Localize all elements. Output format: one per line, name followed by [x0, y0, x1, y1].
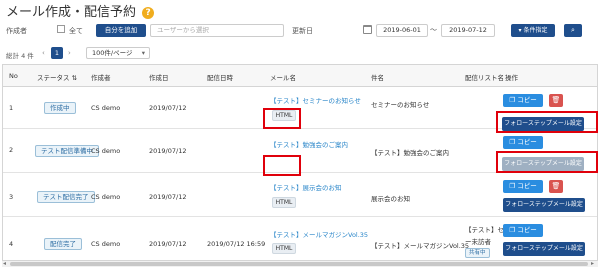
add-self-button[interactable]: 自分を追加: [96, 24, 146, 37]
status-badge: テスト配信完了: [37, 191, 95, 203]
date-to-input[interactable]: 2019-07-12: [441, 24, 495, 37]
copy-icon: ❐: [509, 226, 516, 234]
row-no: 4: [9, 240, 14, 248]
row-created: 2019/07/12: [149, 147, 187, 155]
help-icon[interactable]: ?: [142, 7, 155, 19]
table-row: 4 配信完了 CS demo 2019/07/12 2019/07/12 16:…: [3, 217, 597, 260]
row-list-cont: ー未訪者: [465, 238, 491, 246]
chevron-down-icon: ▾: [141, 49, 145, 57]
delete-button[interactable]: 🗑: [549, 180, 563, 193]
copy-button[interactable]: ❐ コピー: [503, 94, 543, 107]
scroll-left-icon[interactable]: ◂: [3, 260, 6, 267]
row-no: 2: [9, 146, 14, 154]
mail-name-link[interactable]: 【テスト】セミナーのお知らせ: [270, 95, 361, 105]
condition-button[interactable]: ▾ 条件指定: [511, 24, 555, 37]
col-mail-name: メール名: [270, 74, 296, 82]
row-creator: CS demo: [91, 193, 121, 201]
sort-icon: ⇅: [71, 74, 78, 82]
col-sent: 配信日時: [207, 74, 233, 82]
follow-step-mail-button[interactable]: フォローステップメール設定: [503, 242, 585, 256]
scroll-thumb[interactable]: [10, 262, 588, 266]
table-row: 3 テスト配信完了 CS demo 2019/07/12 【テスト】展示会のお知…: [3, 173, 597, 217]
status-badge: 作成中: [44, 102, 76, 114]
page-title: メール作成・配信予約 ?: [6, 1, 155, 20]
highlight-box: [263, 108, 301, 129]
all-label: 全て: [69, 27, 83, 35]
format-tag: HTML: [272, 243, 296, 254]
col-creator: 作成者: [91, 74, 111, 82]
copy-icon: ❐: [509, 96, 516, 104]
row-subject: セミナーのお知らせ: [371, 101, 430, 109]
per-page-select[interactable]: 100件/ページ ▾: [86, 47, 150, 59]
col-no: No: [9, 72, 18, 80]
mail-name-link[interactable]: 【テスト】勉強会のご案内: [270, 139, 348, 149]
col-created: 作成日: [149, 74, 169, 82]
row-list[interactable]: 【テスト】セ: [465, 224, 504, 234]
scroll-right-icon[interactable]: ▸: [591, 260, 594, 267]
copy-button[interactable]: ❐ コピー: [503, 136, 543, 149]
row-sent: 2019/07/12 16:59: [207, 240, 266, 248]
status-badge: 配信完了: [44, 238, 82, 250]
trash-icon: 🗑: [551, 182, 561, 190]
creator-label: 作成者: [6, 27, 27, 35]
row-no: 1: [9, 104, 14, 112]
mail-name-link[interactable]: 【テスト】展示会のお知: [270, 182, 342, 192]
row-creator: CS demo: [91, 104, 121, 112]
horizontal-scrollbar[interactable]: ◂ ▸: [2, 260, 598, 267]
row-created: 2019/07/12: [149, 240, 187, 248]
date-separator: ～: [430, 26, 437, 34]
row-subject: 展示会のお知: [371, 195, 410, 203]
row-no: 3: [9, 193, 14, 201]
status-badge: テスト配信準備中: [35, 145, 99, 157]
filter-bar: 作成者 全て 自分を追加 ユーザーから選択 更新日 2019-06-01 ～ 2…: [0, 21, 600, 41]
calendar-icon: [363, 25, 372, 34]
copy-icon: ❐: [509, 182, 516, 190]
highlight-box: [496, 151, 598, 173]
prev-page-icon[interactable]: ‹: [42, 49, 45, 57]
row-creator: CS demo: [91, 147, 121, 155]
row-created: 2019/07/12: [149, 104, 187, 112]
search-button[interactable]: ⌕: [564, 24, 582, 37]
date-from-input[interactable]: 2019-06-01: [376, 24, 428, 37]
copy-button[interactable]: ❐ コピー: [503, 180, 543, 193]
highlight-box: [496, 111, 598, 133]
row-creator: CS demo: [91, 240, 121, 248]
mail-name-link[interactable]: 【テスト】メールマガジンVol.35: [270, 229, 368, 239]
all-checkbox[interactable]: [57, 25, 65, 33]
shared-badge: 共有中: [465, 248, 490, 258]
total-count: 総計 4 件: [6, 52, 34, 60]
current-page-button[interactable]: 1: [51, 47, 63, 59]
follow-step-mail-button[interactable]: フォローステップメール設定: [503, 198, 585, 212]
row-created: 2019/07/12: [149, 193, 187, 201]
delete-button[interactable]: 🗑: [549, 94, 563, 107]
table-header: No ステータス ⇅ 作成者 作成日 配信日時 メール名 件名 配信リスト名 操…: [3, 65, 597, 87]
col-list: 配信リスト名: [465, 74, 504, 82]
col-actions: 操作: [505, 74, 518, 82]
search-icon: ⌕: [571, 26, 575, 34]
copy-icon: ❐: [509, 138, 516, 146]
next-page-icon[interactable]: ›: [68, 49, 71, 57]
row-subject: 【テスト】メールマガジンVol.35: [371, 242, 470, 250]
highlight-box: [263, 155, 301, 176]
updated-label: 更新日: [292, 27, 313, 35]
col-subject: 件名: [371, 74, 384, 82]
pagination: 総計 4 件 ‹ 1 › 100件/ページ ▾: [0, 47, 600, 61]
copy-button[interactable]: ❐ コピー: [503, 224, 543, 237]
format-tag: HTML: [272, 197, 296, 208]
row-subject: 【テスト】勉強会のご案内: [371, 149, 449, 157]
col-status[interactable]: ステータス ⇅: [37, 72, 77, 82]
user-select[interactable]: ユーザーから選択: [150, 24, 284, 37]
trash-icon: 🗑: [551, 96, 561, 104]
